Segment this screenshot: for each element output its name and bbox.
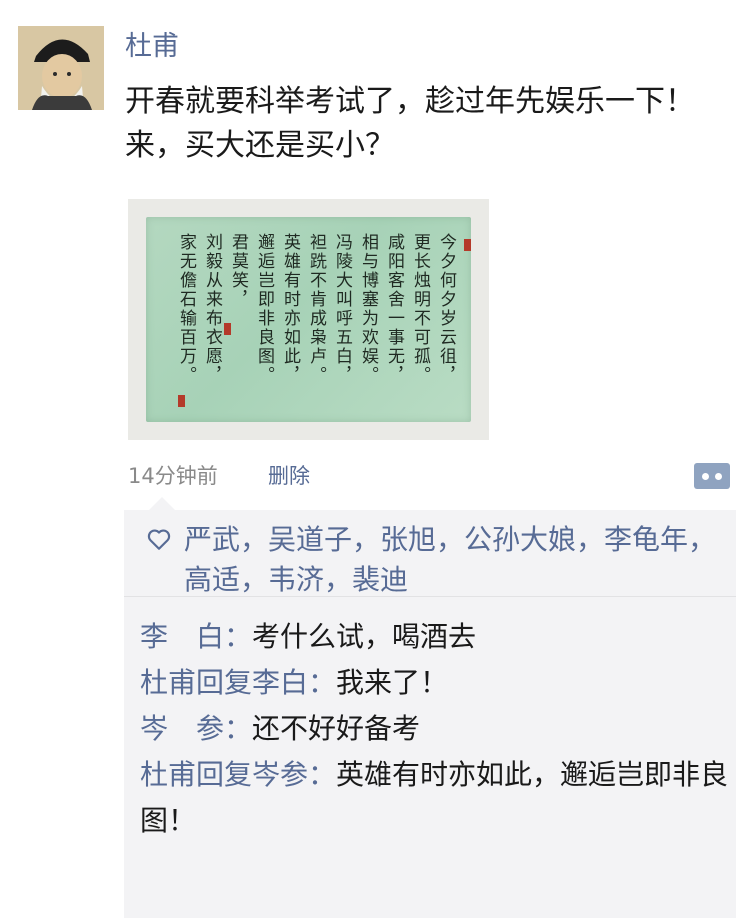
avatar[interactable]	[18, 26, 104, 110]
comment-text: 还不好好备考	[252, 712, 421, 745]
likes-row: 严武，吴道子，张旭，公孙大娘，李龟年，高适，韦济，裴迪	[124, 510, 736, 597]
calligraphy-column: 邂逅岂即非良图。	[254, 233, 274, 385]
calligraphy-column: 刘毅从来布衣愿，	[202, 233, 222, 385]
post-image[interactable]: 今夕何夕岁云徂， 更长烛明不可孤。 咸阳客舍一事无， 相与博塞为欢娱。 冯陵大叫…	[128, 199, 489, 440]
calligraphy-column: 冯陵大叫呼五白，	[332, 233, 352, 385]
comment-menu-button[interactable]	[694, 463, 730, 489]
calligraphy-column: 咸阳客舍一事无，	[384, 233, 404, 385]
comment-author[interactable]: 杜甫回复李白	[140, 666, 308, 699]
calligraphy-column: 英雄有时亦如此，	[280, 233, 300, 385]
calligraphy-column: 袒跣不肯成枭卢。	[306, 233, 326, 385]
calligraphy-scroll: 今夕何夕岁云徂， 更长烛明不可孤。 咸阳客舍一事无， 相与博塞为欢娱。 冯陵大叫…	[146, 217, 471, 422]
post-text: 开春就要科举考试了，趁过年先娱乐一下！来，买大还是买小？	[125, 84, 695, 163]
comment-author[interactable]: 李 白	[140, 620, 224, 653]
calligraphy-column: 相与博塞为欢娱。	[358, 233, 378, 385]
comment-text: 考什么试，喝酒去	[252, 620, 477, 653]
avatar-portrait	[18, 26, 104, 110]
comment-list: 李 白：考什么试，喝酒去 杜甫回复李白：我来了！ 岑 参：还不好好备考 杜甫回复…	[140, 614, 732, 844]
comment-text: 我来了！	[336, 666, 449, 699]
seal-stamp	[178, 395, 185, 407]
comment-separator: ：	[224, 712, 253, 745]
post-timestamp: 14分钟前	[128, 464, 218, 488]
author-name[interactable]: 杜甫	[125, 24, 179, 63]
calligraphy-column: 今夕何夕岁云徂，	[436, 233, 456, 385]
likes-names[interactable]: 严武，吴道子，张旭，公孙大娘，李龟年，高适，韦济，裴迪	[184, 520, 736, 600]
calligraphy-column: 家无儋石输百万。	[176, 233, 196, 385]
comment-author[interactable]: 杜甫回复岑参	[140, 758, 308, 791]
comment-separator: ：	[308, 666, 337, 699]
seal-stamp	[224, 323, 231, 335]
seal-stamp	[464, 239, 471, 251]
comment-separator: ：	[224, 620, 253, 653]
comment-separator: ：	[308, 758, 337, 791]
comment-item[interactable]: 杜甫回复岑参：英雄有时亦如此，邂逅岂即非良图！	[140, 752, 732, 844]
comment-author[interactable]: 岑 参	[140, 712, 224, 745]
panel-arrow	[148, 497, 176, 511]
comment-item[interactable]: 岑 参：还不好好备考	[140, 706, 732, 752]
calligraphy-column: 更长烛明不可孤。	[410, 233, 430, 385]
dot-icon	[715, 473, 722, 480]
comment-item[interactable]: 杜甫回复李白：我来了！	[140, 660, 732, 706]
heart-icon	[147, 529, 171, 550]
calligraphy-column: 君莫笑，	[228, 233, 248, 309]
dot-icon	[702, 473, 709, 480]
comment-item[interactable]: 李 白：考什么试，喝酒去	[140, 614, 732, 660]
delete-link[interactable]: 删除	[268, 460, 310, 490]
interaction-panel: 严武，吴道子，张旭，公孙大娘，李龟年，高适，韦济，裴迪 李 白：考什么试，喝酒去…	[124, 510, 736, 918]
